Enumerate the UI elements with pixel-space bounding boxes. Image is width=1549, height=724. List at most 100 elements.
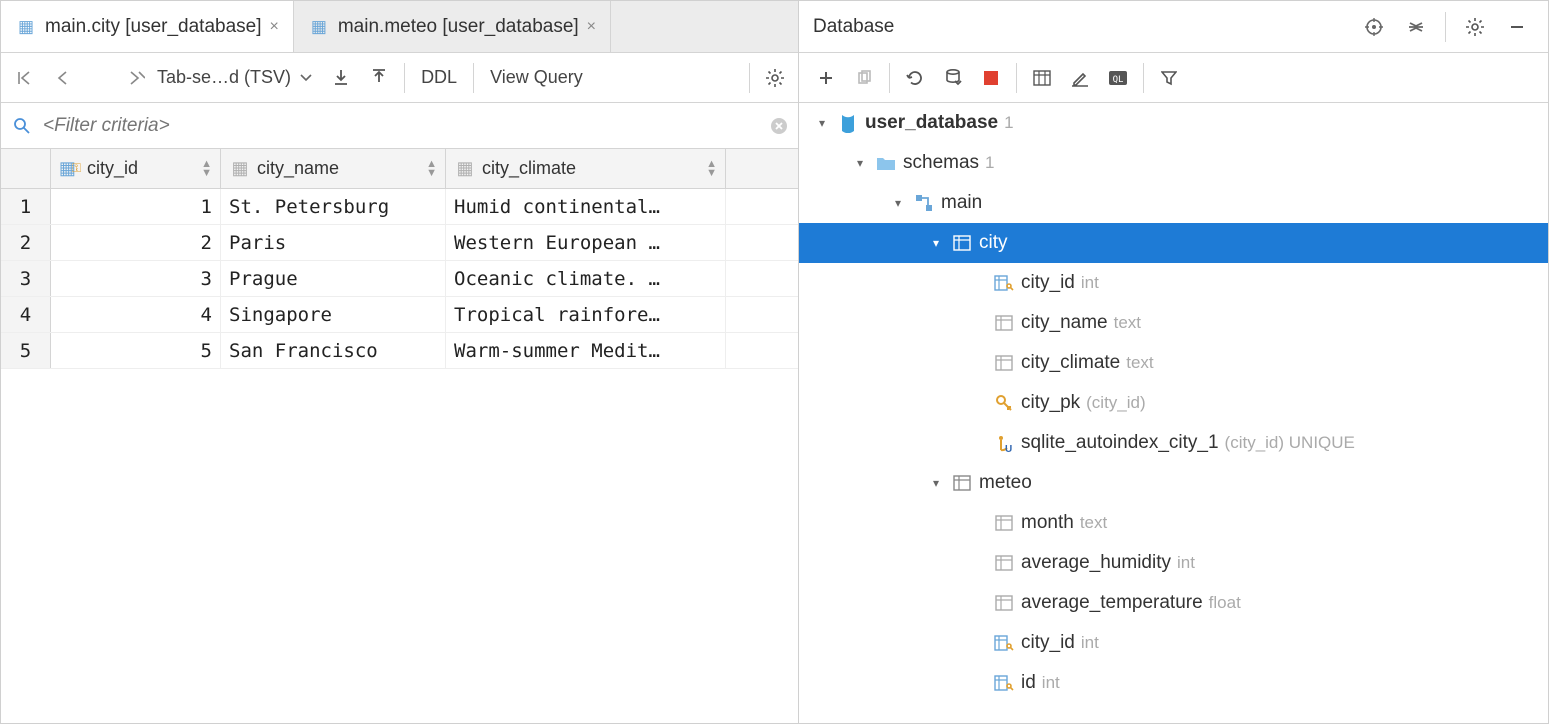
tree-table-meteo[interactable]: ▾ meteo [799, 463, 1548, 503]
tree-column[interactable]: city_id int [799, 623, 1548, 663]
table-row[interactable]: 33PragueOceanic climate. … [1, 261, 798, 297]
cell-city-name[interactable]: St. Petersburg [221, 189, 446, 224]
table-icon [951, 232, 973, 254]
table-icon: ▦ [308, 16, 330, 38]
target-icon[interactable] [1357, 10, 1391, 44]
add-button[interactable] [809, 61, 843, 95]
stop-icon [984, 71, 998, 85]
table-row[interactable]: 22ParisWestern European … [1, 225, 798, 261]
key-column-icon [993, 672, 1015, 694]
settings-button[interactable] [758, 61, 792, 95]
cell-city-climate[interactable]: Humid continental… [446, 189, 726, 224]
tree-column[interactable]: average_humidity int [799, 543, 1548, 583]
sort-icon[interactable]: ▲▼ [426, 160, 437, 178]
row-header-corner [1, 149, 51, 188]
tree-column[interactable]: average_temperature float [799, 583, 1548, 623]
edit-button[interactable] [1063, 61, 1097, 95]
clear-filter-icon[interactable] [770, 117, 788, 135]
cell-city-id[interactable]: 5 [51, 333, 221, 368]
sort-icon[interactable]: ▲▼ [201, 160, 212, 178]
row-number: 4 [1, 297, 51, 332]
chevron-down-icon[interactable]: ▾ [927, 476, 945, 490]
filter-button[interactable] [1152, 61, 1186, 95]
tab-city[interactable]: ▦ main.city [user_database] × [1, 1, 294, 52]
cell-city-name[interactable]: Singapore [221, 297, 446, 332]
table-view-button[interactable] [1025, 61, 1059, 95]
database-tree[interactable]: ▾ user_database 1 ▾ schemas 1 ▾ main ▾ [799, 103, 1548, 723]
close-icon[interactable]: × [270, 18, 279, 36]
stop-button[interactable] [974, 61, 1008, 95]
result-grid: ▦⚿ city_id ▲▼ ▦ city_name ▲▼ ▦ city_clim… [1, 149, 798, 369]
tree-column[interactable]: city_climate text [799, 343, 1548, 383]
export-format-dropdown[interactable]: Tab-se…d (TSV) [149, 67, 320, 88]
import-button[interactable] [324, 61, 358, 95]
tree-column[interactable]: id int [799, 663, 1548, 703]
cell-city-climate[interactable]: Western European … [446, 225, 726, 260]
gear-icon[interactable] [1458, 10, 1492, 44]
sort-icon[interactable]: ▲▼ [706, 160, 717, 178]
pane-title: Database [813, 16, 894, 38]
chevron-down-icon[interactable]: ▾ [927, 236, 945, 250]
cell-city-climate[interactable]: Tropical rainfore… [446, 297, 726, 332]
tree-key-city-pk[interactable]: city_pk (city_id) [799, 383, 1548, 423]
table-icon [951, 472, 973, 494]
column-icon: ▦ [454, 158, 476, 180]
table-row[interactable]: 11St. PetersburgHumid continental… [1, 189, 798, 225]
cell-city-id[interactable]: 4 [51, 297, 221, 332]
index-icon: U [993, 432, 1015, 454]
table-row[interactable]: 44SingaporeTropical rainfore… [1, 297, 798, 333]
chevron-down-icon[interactable]: ▾ [889, 196, 907, 210]
console-button[interactable]: QL [1101, 61, 1135, 95]
column-header-city-id[interactable]: ▦⚿ city_id ▲▼ [51, 149, 221, 188]
cell-city-id[interactable]: 1 [51, 189, 221, 224]
editor-pane: ▦ main.city [user_database] × ▦ main.met… [1, 1, 799, 723]
ddl-button[interactable]: DDL [413, 67, 465, 88]
filter-bar [1, 103, 798, 149]
export-button[interactable] [362, 61, 396, 95]
close-icon[interactable]: × [587, 18, 596, 36]
tree-database[interactable]: ▾ user_database 1 [799, 103, 1548, 143]
column-icon [993, 352, 1015, 374]
cell-city-climate[interactable]: Oceanic climate. … [446, 261, 726, 296]
table-icon: ▦ [15, 16, 37, 38]
prev-page-button[interactable] [45, 61, 79, 95]
schema-icon [913, 192, 935, 214]
database-icon [837, 112, 859, 134]
tree-schemas[interactable]: ▾ schemas 1 [799, 143, 1548, 183]
cell-city-name[interactable]: Prague [221, 261, 446, 296]
tab-label: main.meteo [user_database] [338, 16, 579, 38]
chevron-down-icon[interactable]: ▾ [851, 156, 869, 170]
column-header-city-climate[interactable]: ▦ city_climate ▲▼ [446, 149, 726, 188]
refresh-button[interactable] [898, 61, 932, 95]
sync-button[interactable] [936, 61, 970, 95]
minimize-icon[interactable] [1500, 10, 1534, 44]
tree-column[interactable]: city_name text [799, 303, 1548, 343]
cell-city-name[interactable]: Paris [221, 225, 446, 260]
tab-meteo[interactable]: ▦ main.meteo [user_database] × [294, 1, 611, 52]
first-page-button[interactable] [7, 61, 41, 95]
cell-city-id[interactable]: 2 [51, 225, 221, 260]
tree-schema-main[interactable]: ▾ main [799, 183, 1548, 223]
svg-text:QL: QL [1113, 75, 1124, 85]
database-pane-header: Database [799, 1, 1548, 53]
collapse-icon[interactable] [1399, 10, 1433, 44]
filter-input[interactable] [43, 115, 760, 137]
column-icon: ▦ [229, 158, 251, 180]
tree-index[interactable]: U sqlite_autoindex_city_1 (city_id) UNIQ… [799, 423, 1548, 463]
cell-city-climate[interactable]: Warm-summer Medit… [446, 333, 726, 368]
grid-header: ▦⚿ city_id ▲▼ ▦ city_name ▲▼ ▦ city_clim… [1, 149, 798, 189]
column-icon [993, 552, 1015, 574]
svg-text:U: U [1005, 444, 1012, 453]
chevron-down-icon[interactable]: ▾ [813, 116, 831, 130]
tree-column[interactable]: month text [799, 503, 1548, 543]
view-query-button[interactable]: View Query [482, 67, 591, 88]
column-header-city-name[interactable]: ▦ city_name ▲▼ [221, 149, 446, 188]
cell-city-name[interactable]: San Francisco [221, 333, 446, 368]
cell-city-id[interactable]: 3 [51, 261, 221, 296]
tree-column[interactable]: city_id int [799, 263, 1548, 303]
copy-button[interactable] [847, 61, 881, 95]
key-column-icon: ▦⚿ [59, 158, 81, 180]
table-row[interactable]: 55San FranciscoWarm-summer Medit… [1, 333, 798, 369]
next-page-hint [127, 61, 145, 95]
tree-table-city[interactable]: ▾ city [799, 223, 1548, 263]
